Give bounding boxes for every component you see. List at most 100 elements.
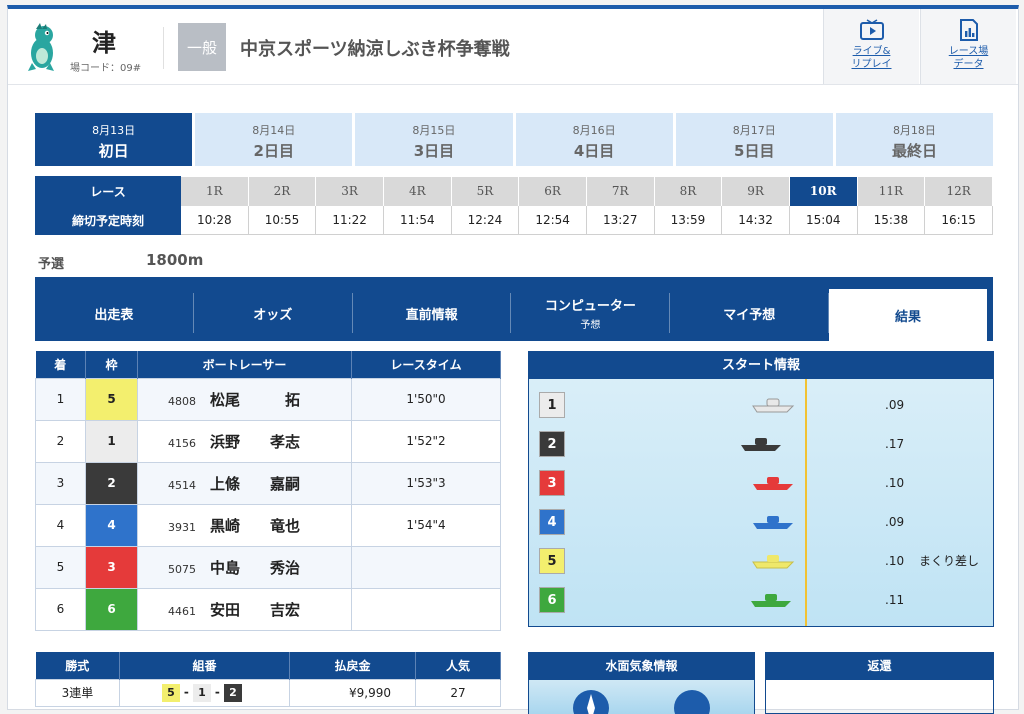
racer-reg-no: 4514 xyxy=(168,478,196,492)
start-row: 1 .09 xyxy=(539,392,989,418)
race-time: 1'54"4 xyxy=(351,503,501,547)
rank: 5 xyxy=(35,545,86,589)
racer-cell[interactable]: 4156 浜野 孝志 xyxy=(137,419,352,463)
wind-direction-icon xyxy=(573,690,609,714)
racer-cell[interactable]: 4514 上條 嘉嗣 xyxy=(137,461,352,505)
race-time: 1'50"0 xyxy=(351,377,501,421)
race-tab-6r[interactable]: 6R xyxy=(518,176,587,206)
table-row: 6 6 4461 安田 吉宏 xyxy=(35,587,501,631)
frame-badge: 6 xyxy=(85,587,138,631)
race-tab-11r[interactable]: 11R xyxy=(857,176,926,206)
tab-computer-prediction[interactable]: コンピューター 予想 xyxy=(511,293,671,333)
racer-cell[interactable]: 4461 安田 吉宏 xyxy=(137,587,352,631)
start-row: 3 .10 xyxy=(539,470,989,496)
tab-pre-race-info[interactable]: 直前情報 xyxy=(353,293,512,333)
table-row: 3 2 4514 上條 嘉嗣 1'53"3 xyxy=(35,461,501,505)
racer-reg-no: 3931 xyxy=(168,520,196,534)
col-popularity: 人気 xyxy=(415,652,501,679)
tab-label: 直前情報 xyxy=(405,307,458,323)
lane-badge: 3 xyxy=(539,470,565,496)
weather-panel: 水面気象情報 xyxy=(528,652,755,714)
refund-title: 返還 xyxy=(766,653,993,680)
deadline-time: 14:32 xyxy=(721,205,790,235)
deadline-time: 13:59 xyxy=(653,205,723,235)
racer-cell[interactable]: 5075 中島 秀治 xyxy=(137,545,352,589)
combo-first: 5 xyxy=(162,683,180,702)
frame-badge: 3 xyxy=(85,545,138,589)
race-tab-3r[interactable]: 3R xyxy=(315,176,384,206)
lane-badge: 2 xyxy=(539,431,565,457)
race-tab-8r[interactable]: 8R xyxy=(654,176,723,206)
deadline-time: 16:15 xyxy=(924,205,993,235)
race-time: 1'52"2 xyxy=(351,419,501,463)
kimarite: まくり差し xyxy=(919,554,980,568)
deadline-time: 10:55 xyxy=(247,205,317,235)
day-name: 初日 xyxy=(98,142,129,160)
racer-name: 松尾 拓 xyxy=(210,390,301,409)
boat-icon xyxy=(741,438,781,451)
race-tab-9r[interactable]: 9R xyxy=(721,176,790,206)
weather-title: 水面気象情報 xyxy=(529,653,754,680)
day-tab-5[interactable]: 8月17日 5日目 xyxy=(675,113,833,166)
start-timing: .09 xyxy=(885,515,905,529)
venue-header: 津 場コード：09# 一般 中京スポーツ納涼しぶき杯争奪戦 ライブ& リプレイ … xyxy=(8,9,1018,85)
live-replay-button[interactable]: ライブ& リプレイ xyxy=(823,9,919,84)
day-date: 8月16日 xyxy=(572,124,616,137)
table-row: 5 3 5075 中島 秀治 xyxy=(35,545,501,589)
live-replay-label-1: ライブ& xyxy=(852,46,891,57)
col-combination: 組番 xyxy=(119,652,290,679)
race-tab-5r[interactable]: 5R xyxy=(451,176,520,206)
day-tab-4[interactable]: 8月16日 4日目 xyxy=(515,113,673,166)
bet-type: 3連単 xyxy=(35,678,120,707)
day-name: 最終日 xyxy=(891,142,937,160)
race-tab-12r[interactable]: 12R xyxy=(924,176,993,206)
venue-name: 津 xyxy=(92,28,116,57)
divider xyxy=(163,27,164,69)
tab-odds[interactable]: オッズ xyxy=(194,293,353,333)
tab-label: 結果 xyxy=(895,309,922,325)
rank: 4 xyxy=(35,503,86,547)
tab-label: コンピューター xyxy=(544,299,636,314)
tab-my-prediction[interactable]: マイ予想 xyxy=(670,293,830,333)
day-tab-3[interactable]: 8月15日 3日目 xyxy=(355,113,513,166)
day-name: 4日目 xyxy=(573,142,615,160)
table-row: 2 1 4156 浜野 孝志 1'52"2 xyxy=(35,419,501,463)
tab-label: 出走表 xyxy=(94,307,134,323)
grade-badge: 一般 xyxy=(178,23,226,71)
day-name: 2日目 xyxy=(253,142,294,160)
day-tab-1[interactable]: 8月13日 初日 xyxy=(35,113,193,166)
day-name: 5日目 xyxy=(734,142,775,160)
col-payout: 払戻金 xyxy=(289,652,416,679)
racer-name: 浜野 孝志 xyxy=(210,432,301,451)
lane-badge: 6 xyxy=(539,587,565,613)
day-tab-6[interactable]: 8月18日 最終日 xyxy=(835,113,994,166)
deadline-label: 締切予定時刻 xyxy=(35,205,181,235)
boat-icon xyxy=(752,555,795,569)
start-row: 5 .10 まくり差し xyxy=(539,548,989,574)
rank: 1 xyxy=(35,377,86,421)
payout-table: 勝式 組番 払戻金 人気 3連単 5 - 1 - 2 ¥9,990 27 xyxy=(35,652,501,707)
tab-entry-list[interactable]: 出走表 xyxy=(35,293,194,333)
start-row: 2 .17 xyxy=(539,431,989,457)
day-date: 8月14日 xyxy=(252,124,296,137)
race-tab-2r[interactable]: 2R xyxy=(248,176,317,206)
info-tabs: 出走表 オッズ 直前情報 コンピューター 予想 マイ予想 結果 xyxy=(35,277,993,341)
col-time: レースタイム xyxy=(351,351,501,378)
frame-badge: 2 xyxy=(85,461,138,505)
deadline-time: 12:54 xyxy=(518,205,587,235)
day-tab-2[interactable]: 8月14日 2日目 xyxy=(195,113,353,166)
race-tab-4r[interactable]: 4R xyxy=(383,176,452,206)
tab-results[interactable]: 結果 xyxy=(829,289,987,341)
race-class: 予選 xyxy=(38,257,65,272)
deadline-time: 15:38 xyxy=(856,205,926,235)
boat-icon xyxy=(753,477,793,490)
race-tab-7r[interactable]: 7R xyxy=(586,176,655,206)
racer-cell[interactable]: 3931 黒崎 竜也 xyxy=(137,503,352,547)
col-racer: ボートレーサー xyxy=(137,351,352,378)
race-tab-1r[interactable]: 1R xyxy=(180,176,249,206)
venue-data-button[interactable]: レース場 データ xyxy=(920,9,1016,84)
race-tab-10r[interactable]: 10R xyxy=(789,176,858,206)
race-time xyxy=(351,545,501,589)
popularity: 27 xyxy=(415,678,501,707)
racer-cell[interactable]: 4808 松尾 拓 xyxy=(137,377,352,421)
